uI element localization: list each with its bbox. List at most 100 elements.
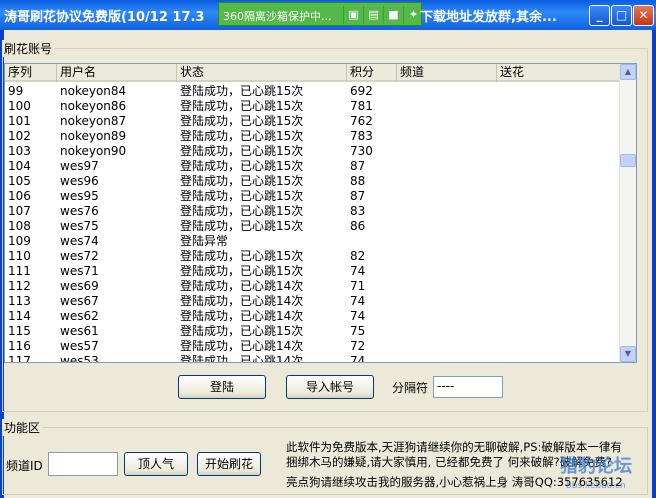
table-row[interactable]: 102 nokeyon89 登陆成功，已心跳15次 783 xyxy=(5,129,621,144)
scroll-thumb[interactable] xyxy=(620,154,636,167)
column-header-channel[interactable]: 频道 xyxy=(397,64,497,82)
table-row[interactable]: 114 wes62 登陆成功，已心跳14次 74 xyxy=(5,309,621,324)
cell-flowers xyxy=(497,159,621,174)
cell-flowers xyxy=(497,354,621,362)
title-bar: 涛哥刷花协议免费版(10/12 17.3 360隔离沙箱保护中... ▣ ▤ ■… xyxy=(0,0,656,30)
cell-username: wes97 xyxy=(60,159,99,173)
table-row[interactable]: 101 nokeyon87 登陆成功，已心跳15次 762 xyxy=(5,114,621,129)
table-row[interactable]: 116 wes57 登陆成功，已心跳14次 72 xyxy=(5,339,621,354)
cell-channel xyxy=(397,129,497,144)
cell-username: wes53 xyxy=(60,354,99,363)
cell-status: 登陆成功，已心跳14次 xyxy=(180,294,304,308)
sandbox-status-bar[interactable]: 360隔离沙箱保护中... ▣ ▤ ■ ✦ xyxy=(218,2,422,26)
cell-username: wes76 xyxy=(60,204,99,218)
table-row[interactable]: 105 wes96 登陆成功，已心跳15次 88 xyxy=(5,174,621,189)
cell-index: 117 xyxy=(8,354,31,363)
cell-status: 登陆成功，已心跳14次 xyxy=(180,279,304,293)
scroll-down-icon[interactable]: ▼ xyxy=(620,346,636,362)
close-button[interactable]: ✕ xyxy=(633,5,654,26)
start-flowers-button[interactable]: 开始刷花 xyxy=(197,452,261,476)
table-row[interactable]: 111 wes71 登陆成功，已心跳15次 74 xyxy=(5,264,621,279)
cell-username: wes67 xyxy=(60,294,99,308)
cell-username: wes75 xyxy=(60,219,99,233)
cell-username: wes72 xyxy=(60,249,99,263)
cell-channel xyxy=(397,324,497,339)
function-group-label: 功能区 xyxy=(2,419,43,436)
sandbox-menu-icon[interactable]: ▣ xyxy=(343,6,363,24)
cell-index: 99 xyxy=(8,84,24,98)
cell-index: 101 xyxy=(8,114,31,128)
cell-channel xyxy=(397,114,497,129)
window-frame-right xyxy=(652,30,656,498)
cell-username: nokeyon89 xyxy=(60,129,127,143)
import-accounts-button[interactable]: 导入帐号 xyxy=(286,375,374,399)
cell-status: 登陆成功，已心跳15次 xyxy=(180,189,304,203)
watermark-url: bbs.liebao.cn xyxy=(566,481,626,491)
cell-index: 107 xyxy=(8,204,31,218)
scroll-up-icon[interactable]: ▲ xyxy=(620,64,636,80)
cell-index: 114 xyxy=(8,309,31,323)
table-row[interactable]: 99 nokeyon84 登陆成功，已心跳15次 692 xyxy=(5,84,621,99)
cell-status: 登陆成功，已心跳15次 xyxy=(180,249,304,263)
cell-username: nokeyon84 xyxy=(60,84,127,98)
watermark-logo: 猎豹论坛 xyxy=(560,456,632,477)
cell-points: 75 xyxy=(350,324,366,338)
cell-status: 登陆成功，已心跳15次 xyxy=(180,84,304,98)
cell-flowers xyxy=(497,339,621,354)
maximize-button[interactable]: □ xyxy=(611,5,632,26)
boost-popularity-button[interactable]: 顶人气 xyxy=(124,452,188,476)
cell-channel xyxy=(397,99,497,114)
cell-flowers xyxy=(497,129,621,144)
cell-points: 87 xyxy=(350,159,366,173)
cell-status: 登陆成功，已心跳14次 xyxy=(180,339,304,353)
cell-flowers xyxy=(497,144,621,159)
table-row[interactable]: 107 wes76 登陆成功，已心跳15次 83 xyxy=(5,204,621,219)
cell-index: 116 xyxy=(8,339,31,353)
table-row[interactable]: 113 wes67 登陆成功，已心跳14次 74 xyxy=(5,294,621,309)
cell-status: 登陆成功，已心跳15次 xyxy=(180,159,304,173)
channel-id-input[interactable] xyxy=(48,452,118,476)
cell-channel xyxy=(397,249,497,264)
account-list-body: 99 nokeyon84 登陆成功，已心跳15次 692 100 nokeyon86 登陆成… xyxy=(5,84,621,363)
table-row[interactable]: 106 wes95 登陆成功，已心跳15次 87 xyxy=(5,189,621,204)
table-row[interactable]: 112 wes69 登陆成功，已心跳14次 71 xyxy=(5,279,621,294)
table-row[interactable]: 115 wes61 登陆成功，已心跳15次 75 xyxy=(5,324,621,339)
table-row[interactable]: 103 nokeyon90 登陆成功，已心跳15次 730 xyxy=(5,144,621,159)
table-row[interactable]: 108 wes75 登陆成功，已心跳15次 86 xyxy=(5,219,621,234)
cell-points xyxy=(347,234,397,249)
cell-index: 102 xyxy=(8,129,31,143)
cell-status: 登陆成功，已心跳14次 xyxy=(180,309,304,323)
cell-username: wes69 xyxy=(60,279,99,293)
cell-points: 82 xyxy=(350,249,366,263)
cell-points: 72 xyxy=(350,339,366,353)
monitor-icon[interactable]: ▤ xyxy=(363,6,383,24)
table-row[interactable]: 109 wes74 登陆异常 xyxy=(5,234,621,249)
column-header-flowers[interactable]: 送花 xyxy=(497,64,621,82)
account-list-scrollbar[interactable]: ▲ ▼ xyxy=(619,64,636,362)
separator-input[interactable]: ---- xyxy=(433,376,503,398)
cell-channel xyxy=(397,354,497,362)
cell-flowers xyxy=(497,219,621,234)
column-header-username[interactable]: 用户名 xyxy=(57,64,177,82)
cell-index: 111 xyxy=(8,264,31,278)
column-header-points[interactable]: 积分 xyxy=(347,64,397,82)
cell-channel xyxy=(397,189,497,204)
table-row[interactable]: 104 wes97 登陆成功，已心跳15次 87 xyxy=(5,159,621,174)
cell-channel xyxy=(397,279,497,294)
cell-status: 登陆成功，已心跳15次 xyxy=(180,219,304,233)
folder-icon[interactable]: ■ xyxy=(383,6,403,24)
minimize-button[interactable]: _ xyxy=(589,5,610,26)
account-list[interactable]: 序列 用户名 状态 积分 频道 送花 99 nokeyon84 登陆成功，已心跳15… xyxy=(4,63,637,363)
table-row[interactable]: 100 nokeyon86 登陆成功，已心跳15次 781 xyxy=(5,99,621,114)
cell-username: nokeyon90 xyxy=(60,144,127,158)
login-button[interactable]: 登陆 xyxy=(178,375,266,399)
cell-username: wes96 xyxy=(60,174,99,188)
table-row[interactable]: 117 wes53 登陆成功，已心跳14次 74 xyxy=(5,354,621,363)
table-row[interactable]: 110 wes72 登陆成功，已心跳15次 82 xyxy=(5,249,621,264)
column-header-index[interactable]: 序列 xyxy=(5,64,57,82)
cell-index: 112 xyxy=(8,279,31,293)
cell-channel xyxy=(397,174,497,189)
column-header-status[interactable]: 状态 xyxy=(177,64,347,82)
cell-status: 登陆成功，已心跳15次 xyxy=(180,144,304,158)
cell-status: 登陆异常 xyxy=(180,234,229,248)
